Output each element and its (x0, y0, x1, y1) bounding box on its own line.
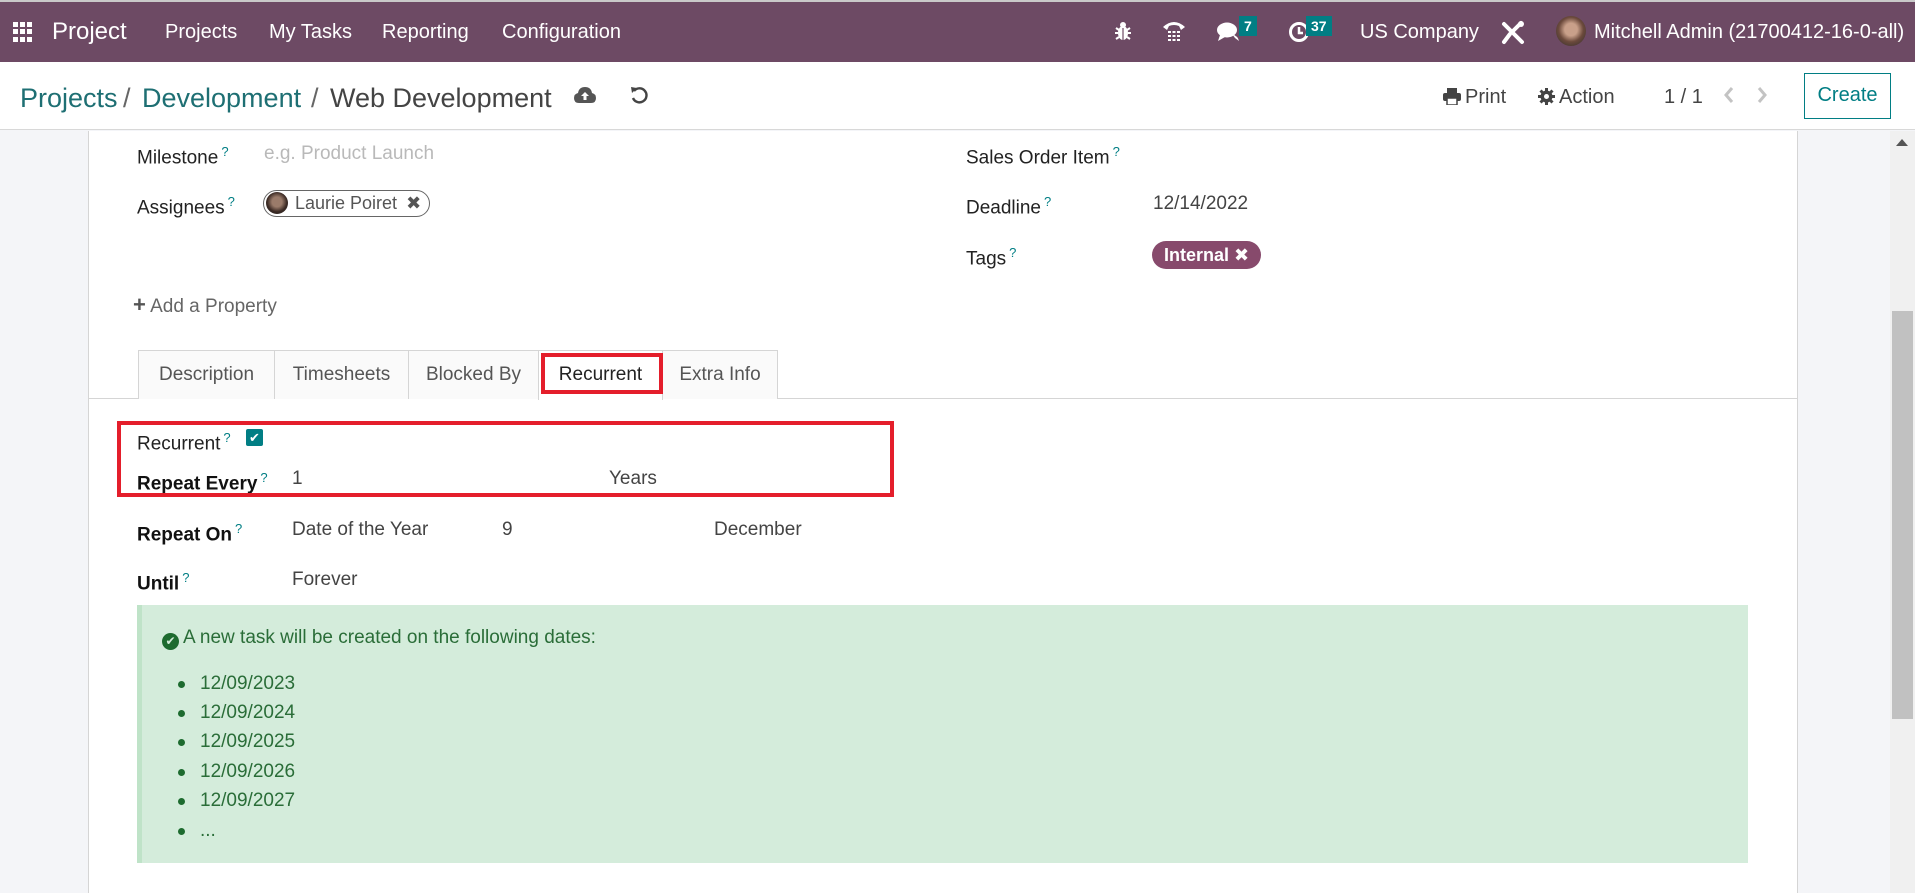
pager-previous-icon[interactable] (1723, 86, 1735, 104)
sales-order-item-label: Sales Order Item? (966, 144, 1120, 169)
breadcrumb-separator: / (123, 83, 131, 113)
remove-tag-icon[interactable]: ✖ (1234, 245, 1249, 265)
date-list-item: 12/09/2027 (178, 789, 295, 813)
pager-value[interactable]: 1 / 1 (1664, 82, 1703, 112)
print-button[interactable]: Print (1443, 82, 1506, 112)
print-label: Print (1465, 86, 1507, 108)
scrollbar-thumb[interactable] (1892, 311, 1913, 719)
alert-heading-text: A new task will be created on the follow… (183, 627, 596, 648)
assignees-label: Assignees? (137, 194, 235, 219)
tab-blocked-by[interactable]: Blocked By (408, 350, 539, 399)
assignee-tag[interactable]: Laurie Poiret ✖ (263, 190, 431, 217)
alert-heading: ✔ A new task will be created on the follo… (162, 626, 596, 650)
tag-name: Internal (1164, 245, 1230, 265)
breadcrumb-projects[interactable]: Projects (20, 82, 118, 114)
discard-undo-icon[interactable] (630, 86, 648, 104)
tab-extra-info[interactable]: Extra Info (662, 350, 778, 399)
assignee-name: Laurie Poiret (295, 193, 398, 213)
remove-assignee-icon[interactable]: ✖ (406, 193, 421, 213)
tab-timesheets[interactable]: Timesheets (274, 350, 409, 399)
help-icon[interactable]: ? (221, 144, 228, 159)
activities-count-badge: 37 (1306, 16, 1332, 36)
help-icon[interactable]: ? (1113, 144, 1120, 159)
printer-icon (1443, 88, 1461, 105)
gear-icon (1538, 88, 1555, 105)
create-button[interactable]: Create (1804, 73, 1891, 119)
breadcrumb-current: Web Development (330, 83, 552, 113)
apps-grid-icon[interactable] (13, 22, 33, 42)
help-icon[interactable]: ? (1009, 245, 1016, 260)
action-button[interactable]: Action (1538, 82, 1615, 112)
add-property-button[interactable]: + Add a Property (133, 293, 277, 319)
help-icon[interactable]: ? (1044, 194, 1051, 209)
until-label: Until? (137, 570, 190, 595)
add-property-label: Add a Property (150, 296, 277, 317)
user-menu[interactable]: Mitchell Admin (21700412-16-0-all) (1594, 2, 1904, 62)
milestone-input[interactable]: e.g. Product Launch (264, 142, 434, 166)
highlight-recurrence-fields (117, 421, 894, 497)
deadline-input[interactable]: 12/14/2022 (1153, 192, 1248, 216)
pager-next-icon[interactable] (1756, 86, 1768, 104)
until-select[interactable]: Forever (292, 568, 357, 592)
tag-badge[interactable]: Internal ✖ (1152, 241, 1262, 269)
date-list-item: 12/09/2026 (178, 760, 295, 784)
app-name[interactable]: Project (52, 2, 127, 62)
tags-label: Tags? (966, 245, 1017, 270)
settings-tools-icon[interactable] (1500, 20, 1526, 46)
help-icon[interactable]: ? (235, 521, 242, 536)
repeat-on-label: Repeat On? (137, 521, 243, 546)
date-list-item: 12/09/2024 (178, 701, 295, 725)
help-icon[interactable]: ? (228, 194, 235, 209)
debug-bug-icon[interactable] (1114, 20, 1132, 42)
help-icon[interactable]: ? (182, 570, 189, 585)
breadcrumb-separator: / (311, 83, 319, 113)
repeat-day-select[interactable]: 9 (502, 518, 513, 542)
menu-projects[interactable]: Projects (165, 2, 237, 62)
date-list-item: ... (178, 819, 216, 843)
deadline-label: Deadline? (966, 194, 1052, 219)
sales-order-item-input[interactable] (1153, 142, 1553, 166)
check-circle-icon: ✔ (162, 633, 179, 650)
menu-configuration[interactable]: Configuration (502, 2, 621, 62)
highlight-recurrent-tab (541, 353, 663, 394)
company-switcher[interactable]: US Company (1360, 2, 1479, 62)
menu-my-tasks[interactable]: My Tasks (269, 2, 352, 62)
date-list-item: 12/09/2025 (178, 730, 295, 754)
menu-reporting[interactable]: Reporting (382, 2, 469, 62)
repeat-on-mode-select[interactable]: Date of the Year (292, 518, 428, 542)
main-navbar: Project Projects My Tasks Reporting Conf… (0, 2, 1915, 62)
date-list-item: 12/09/2023 (178, 672, 295, 696)
assignee-avatar (266, 192, 288, 214)
user-avatar[interactable] (1556, 16, 1586, 46)
action-label: Action (1559, 86, 1615, 108)
recurrence-dates-alert: ✔ A new task will be created on the follo… (137, 605, 1748, 863)
tab-description[interactable]: Description (138, 350, 275, 399)
save-cloud-icon[interactable] (574, 86, 596, 104)
messages-count-badge: 7 (1239, 16, 1257, 36)
repeat-month-select[interactable]: December (714, 518, 802, 542)
voip-phone-icon[interactable] (1161, 19, 1187, 43)
scroll-up-arrow-icon[interactable] (1896, 139, 1908, 146)
milestone-label: Milestone? (137, 144, 229, 169)
plus-icon: + (133, 292, 146, 317)
breadcrumb-development[interactable]: Development (142, 82, 301, 114)
